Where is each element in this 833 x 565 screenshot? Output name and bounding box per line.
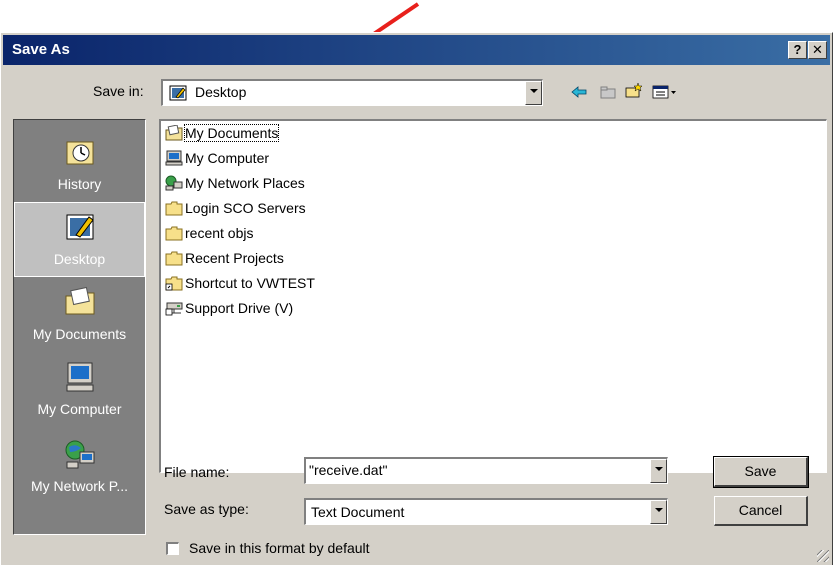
file-name-value: "receive.dat" xyxy=(309,462,388,478)
my-computer-icon xyxy=(66,362,94,392)
save-in-dropdown-arrow[interactable] xyxy=(525,81,542,105)
network-drive-icon xyxy=(165,302,183,316)
file-name-label: File name: xyxy=(164,464,230,480)
place-label: My Computer xyxy=(37,401,122,417)
help-button[interactable]: ? xyxy=(788,41,807,59)
views-menu-icon[interactable] xyxy=(652,84,678,100)
save-in-label: Save in: xyxy=(93,83,144,99)
new-folder-icon[interactable] xyxy=(625,82,643,98)
file-name: Login SCO Servers xyxy=(185,200,306,216)
file-name-input[interactable]: "receive.dat" xyxy=(304,457,668,484)
history-icon xyxy=(66,141,94,165)
place-desktop[interactable]: Desktop xyxy=(14,202,145,277)
save-as-dialog: Save As ? ✕ Save in: Desktop History Des… xyxy=(0,32,833,565)
network-places-icon xyxy=(165,175,183,191)
place-my-computer[interactable]: My Computer xyxy=(14,353,145,428)
places-bar: History Desktop My Documents My Computer… xyxy=(13,119,146,535)
folder-shortcut-icon xyxy=(165,276,183,291)
network-places-icon xyxy=(65,440,95,469)
dialog-title: Save As xyxy=(12,41,70,58)
close-button[interactable]: ✕ xyxy=(808,41,827,59)
save-as-type-select[interactable]: Text Document xyxy=(304,498,668,525)
place-my-network-places[interactable]: My Network P... xyxy=(14,430,145,505)
file-name: Shortcut to VWTEST xyxy=(185,275,315,291)
desktop-icon xyxy=(169,85,187,101)
file-name: My Network Places xyxy=(185,175,305,191)
save-as-type-value: Text Document xyxy=(311,504,405,520)
file-name: Recent Projects xyxy=(185,250,284,266)
save-as-type-label: Save as type: xyxy=(164,501,249,517)
folder-icon xyxy=(165,251,183,266)
cancel-button[interactable]: Cancel xyxy=(714,496,808,526)
save-default-label: Save in this format by default xyxy=(189,540,370,556)
place-history[interactable]: History xyxy=(14,128,145,203)
save-in-combo[interactable]: Desktop xyxy=(161,79,543,106)
up-one-level-icon[interactable] xyxy=(599,84,617,100)
save-button[interactable]: Save xyxy=(713,456,809,488)
save-in-value: Desktop xyxy=(195,84,247,100)
my-computer-icon xyxy=(165,150,183,166)
file-name: recent objs xyxy=(185,225,254,241)
file-name-dropdown-arrow[interactable] xyxy=(650,459,667,483)
my-documents-icon xyxy=(65,286,95,315)
file-name: My Documents xyxy=(183,124,280,142)
file-name: Support Drive (V) xyxy=(185,300,294,316)
file-name: My Computer xyxy=(185,150,270,166)
place-label: My Documents xyxy=(32,326,127,342)
back-icon[interactable] xyxy=(570,84,588,100)
place-label: Desktop xyxy=(53,251,106,267)
file-list[interactable]: My Documents My Computer My Network Plac… xyxy=(159,119,827,473)
place-label: My Network P... xyxy=(31,478,128,494)
folder-icon xyxy=(165,201,183,216)
save-as-type-dropdown-arrow[interactable] xyxy=(650,500,667,524)
place-my-documents[interactable]: My Documents xyxy=(14,278,145,353)
my-documents-icon xyxy=(165,125,183,141)
place-label: History xyxy=(57,176,102,192)
resize-grip[interactable] xyxy=(817,550,829,562)
save-default-checkbox[interactable] xyxy=(166,542,179,555)
folder-icon xyxy=(165,226,183,241)
title-bar: Save As ? ✕ xyxy=(3,35,830,65)
desktop-icon xyxy=(66,214,94,240)
